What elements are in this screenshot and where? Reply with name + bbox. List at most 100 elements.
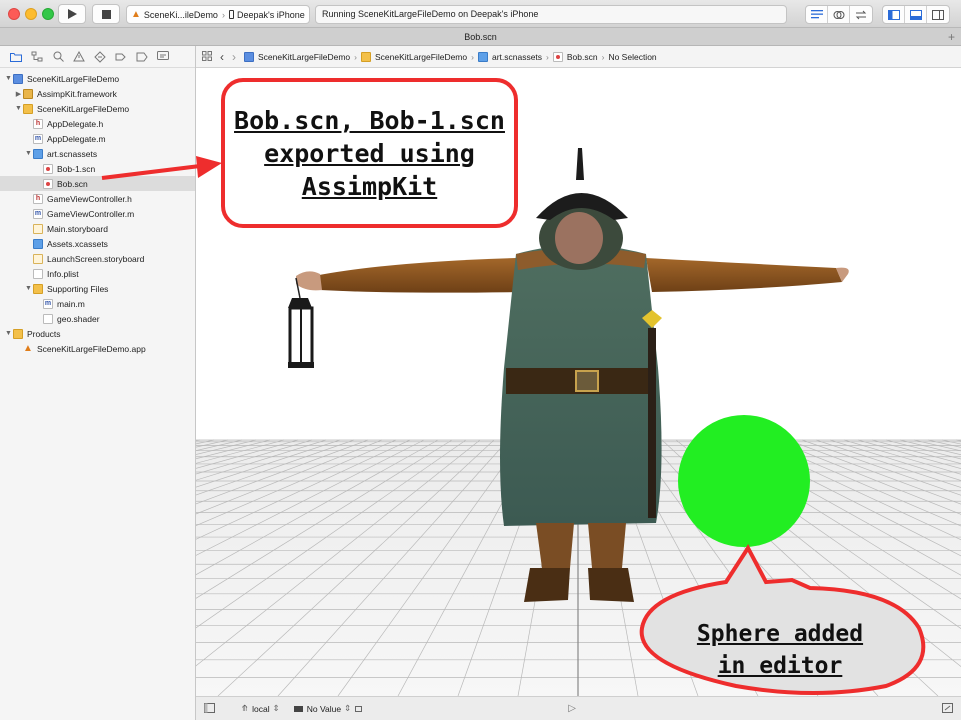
disclosure-open-icon[interactable]: ▼ <box>14 105 23 112</box>
lock-icon[interactable] <box>355 705 363 712</box>
breadcrumb-label: SceneKitLargeFileDemo <box>258 51 351 62</box>
navigator-selector-bar <box>0 46 195 68</box>
zoom-window-button[interactable] <box>42 8 54 20</box>
disclosure-open-icon[interactable]: ▼ <box>24 150 33 157</box>
debug-icon[interactable] <box>115 51 127 63</box>
camera-selector[interactable]: No Value ⇕ <box>293 703 363 714</box>
chevron-right-icon: › <box>354 51 357 62</box>
navigator-item-label: Products <box>27 328 61 339</box>
chevron-updown-icon: ⇕ <box>344 703 352 713</box>
search-icon[interactable] <box>52 51 64 63</box>
folder-icon <box>360 51 371 62</box>
play-scene-icon[interactable]: ▷ <box>568 703 576 714</box>
forward-icon[interactable]: › <box>232 50 236 64</box>
lantern-model[interactable] <box>288 277 314 368</box>
breadcrumb-assets[interactable]: art.scnassets <box>477 51 542 62</box>
navigator-item[interactable]: geo.shader <box>0 311 195 326</box>
chevron-right-icon: › <box>601 51 605 62</box>
navigator-item[interactable]: h GameViewController.h <box>0 191 195 206</box>
scheme-segment[interactable]: ▲ SceneKi...ileDemo <box>127 9 222 20</box>
device-name: Deepak's iPhone <box>236 9 305 20</box>
toggle-debug-area-button[interactable] <box>905 6 927 23</box>
callout-line: AssimpKit <box>301 171 438 201</box>
play-icon <box>67 9 77 19</box>
camera-value: No Value <box>306 703 342 714</box>
scene-file-icon <box>43 163 53 174</box>
navigator-item-label: Bob-1.scn <box>57 163 96 174</box>
navigator-item[interactable]: Assets.xcassets <box>0 236 195 251</box>
activity-status: Running SceneKitLargeFileDemo on Deepak'… <box>322 9 539 19</box>
disclosure-open-icon[interactable]: ▼ <box>4 75 13 82</box>
scheme-selector[interactable]: ▲ SceneKi...ileDemo › Deepak's iPhone <box>126 5 310 24</box>
navigator-item[interactable]: ▼ Products <box>0 326 195 341</box>
navigator-item[interactable]: ▼ SceneKitLargeFileDemo <box>0 71 195 86</box>
outline-toggle-icon[interactable] <box>204 702 215 715</box>
toggle-navigator-button[interactable] <box>883 6 905 23</box>
close-window-button[interactable] <box>8 8 20 20</box>
navigator-item-label: AppDelegate.m <box>47 133 106 144</box>
version-editor-button[interactable] <box>850 6 872 23</box>
bubble-line: Sphere added <box>696 621 864 647</box>
framework-icon <box>23 88 33 99</box>
plus-icon[interactable]: + <box>948 28 955 46</box>
navigator-item[interactable]: ▲ SceneKitLargeFileDemo.app <box>0 341 195 356</box>
breakpoint-icon[interactable] <box>136 51 148 63</box>
standard-editor-button[interactable] <box>806 6 828 23</box>
disclosure-open-icon[interactable]: ▼ <box>24 285 33 292</box>
project-navigator: ▼ SceneKitLargeFileDemo ▶ AssimpKit.framewo… <box>0 46 196 720</box>
inspector-toggle-icon[interactable] <box>942 702 953 715</box>
grid-icon[interactable] <box>202 50 212 63</box>
header-file-icon: h <box>33 193 43 204</box>
toggle-utilities-button[interactable] <box>927 6 949 23</box>
activity-viewer: Running SceneKitLargeFileDemo on Deepak'… <box>315 5 787 24</box>
right-panel-icon <box>932 9 944 20</box>
folder-icon <box>33 283 43 294</box>
minimize-window-button[interactable] <box>25 8 37 20</box>
source-file-icon: m <box>33 133 43 144</box>
navigator-item[interactable]: m GameViewController.m <box>0 206 195 221</box>
navigator-item[interactable]: ▶ AssimpKit.framework <box>0 86 195 101</box>
sphere-node[interactable] <box>678 415 810 547</box>
breadcrumb-selection[interactable]: No Selection <box>608 52 656 62</box>
navigator-item-label: Main.storyboard <box>47 223 108 234</box>
breadcrumb-project[interactable]: SceneKitLargeFileDemo <box>244 51 351 62</box>
folder-icon[interactable] <box>10 51 22 63</box>
navigator-item[interactable]: ▼ SceneKitLargeFileDemo <box>0 101 195 116</box>
breadcrumb-label: SceneKitLargeFileDemo <box>374 51 468 62</box>
warning-icon[interactable] <box>73 51 85 63</box>
navigator-item[interactable]: h AppDelegate.h <box>0 116 195 131</box>
disclosure-open-icon[interactable]: ▼ <box>4 330 13 337</box>
tab-bar: Bob.scn + <box>0 28 961 46</box>
navigator-item-label: GameViewController.m <box>47 208 135 219</box>
scene-file-icon <box>552 51 563 62</box>
breadcrumb-file[interactable]: Bob.scn <box>552 51 598 62</box>
back-icon[interactable]: ‹ <box>220 50 224 64</box>
bubble-line: in editor <box>717 653 843 679</box>
breadcrumb-group[interactable]: SceneKitLargeFileDemo <box>360 51 468 62</box>
scheme-name: SceneKi...ileDemo <box>143 9 218 20</box>
navigator-item[interactable]: m AppDelegate.m <box>0 131 195 146</box>
navigator-item[interactable]: m main.m <box>0 296 195 311</box>
tab-bob-scn[interactable]: Bob.scn <box>464 32 497 42</box>
scene-file-icon <box>43 178 53 189</box>
assistant-editor-button[interactable] <box>828 6 850 23</box>
navigator-item[interactable]: ▼ Supporting Files <box>0 281 195 296</box>
navigator-item[interactable]: LaunchScreen.storyboard <box>0 251 195 266</box>
device-segment[interactable]: Deepak's iPhone <box>225 10 309 20</box>
coordinate-space-selector[interactable]: ⤊ local ⇕ <box>241 703 280 714</box>
stop-button[interactable] <box>92 4 120 24</box>
asset-folder-icon <box>477 51 488 62</box>
navigator-item[interactable]: Main.storyboard <box>0 221 195 236</box>
report-icon[interactable] <box>157 51 169 63</box>
asset-catalog-icon <box>33 238 43 249</box>
asset-folder-icon <box>33 148 43 159</box>
panel-toggle-group <box>882 5 950 24</box>
disclosure-closed-icon[interactable]: ▶ <box>14 90 23 98</box>
app-icon: ▲ <box>23 342 33 354</box>
storyboard-icon <box>33 253 43 264</box>
navigator-item-label: geo.shader <box>57 313 100 324</box>
run-button[interactable] <box>58 4 86 24</box>
diamond-icon[interactable] <box>94 50 106 63</box>
hierarchy-icon[interactable] <box>31 51 43 63</box>
navigator-item[interactable]: Info.plist <box>0 266 195 281</box>
